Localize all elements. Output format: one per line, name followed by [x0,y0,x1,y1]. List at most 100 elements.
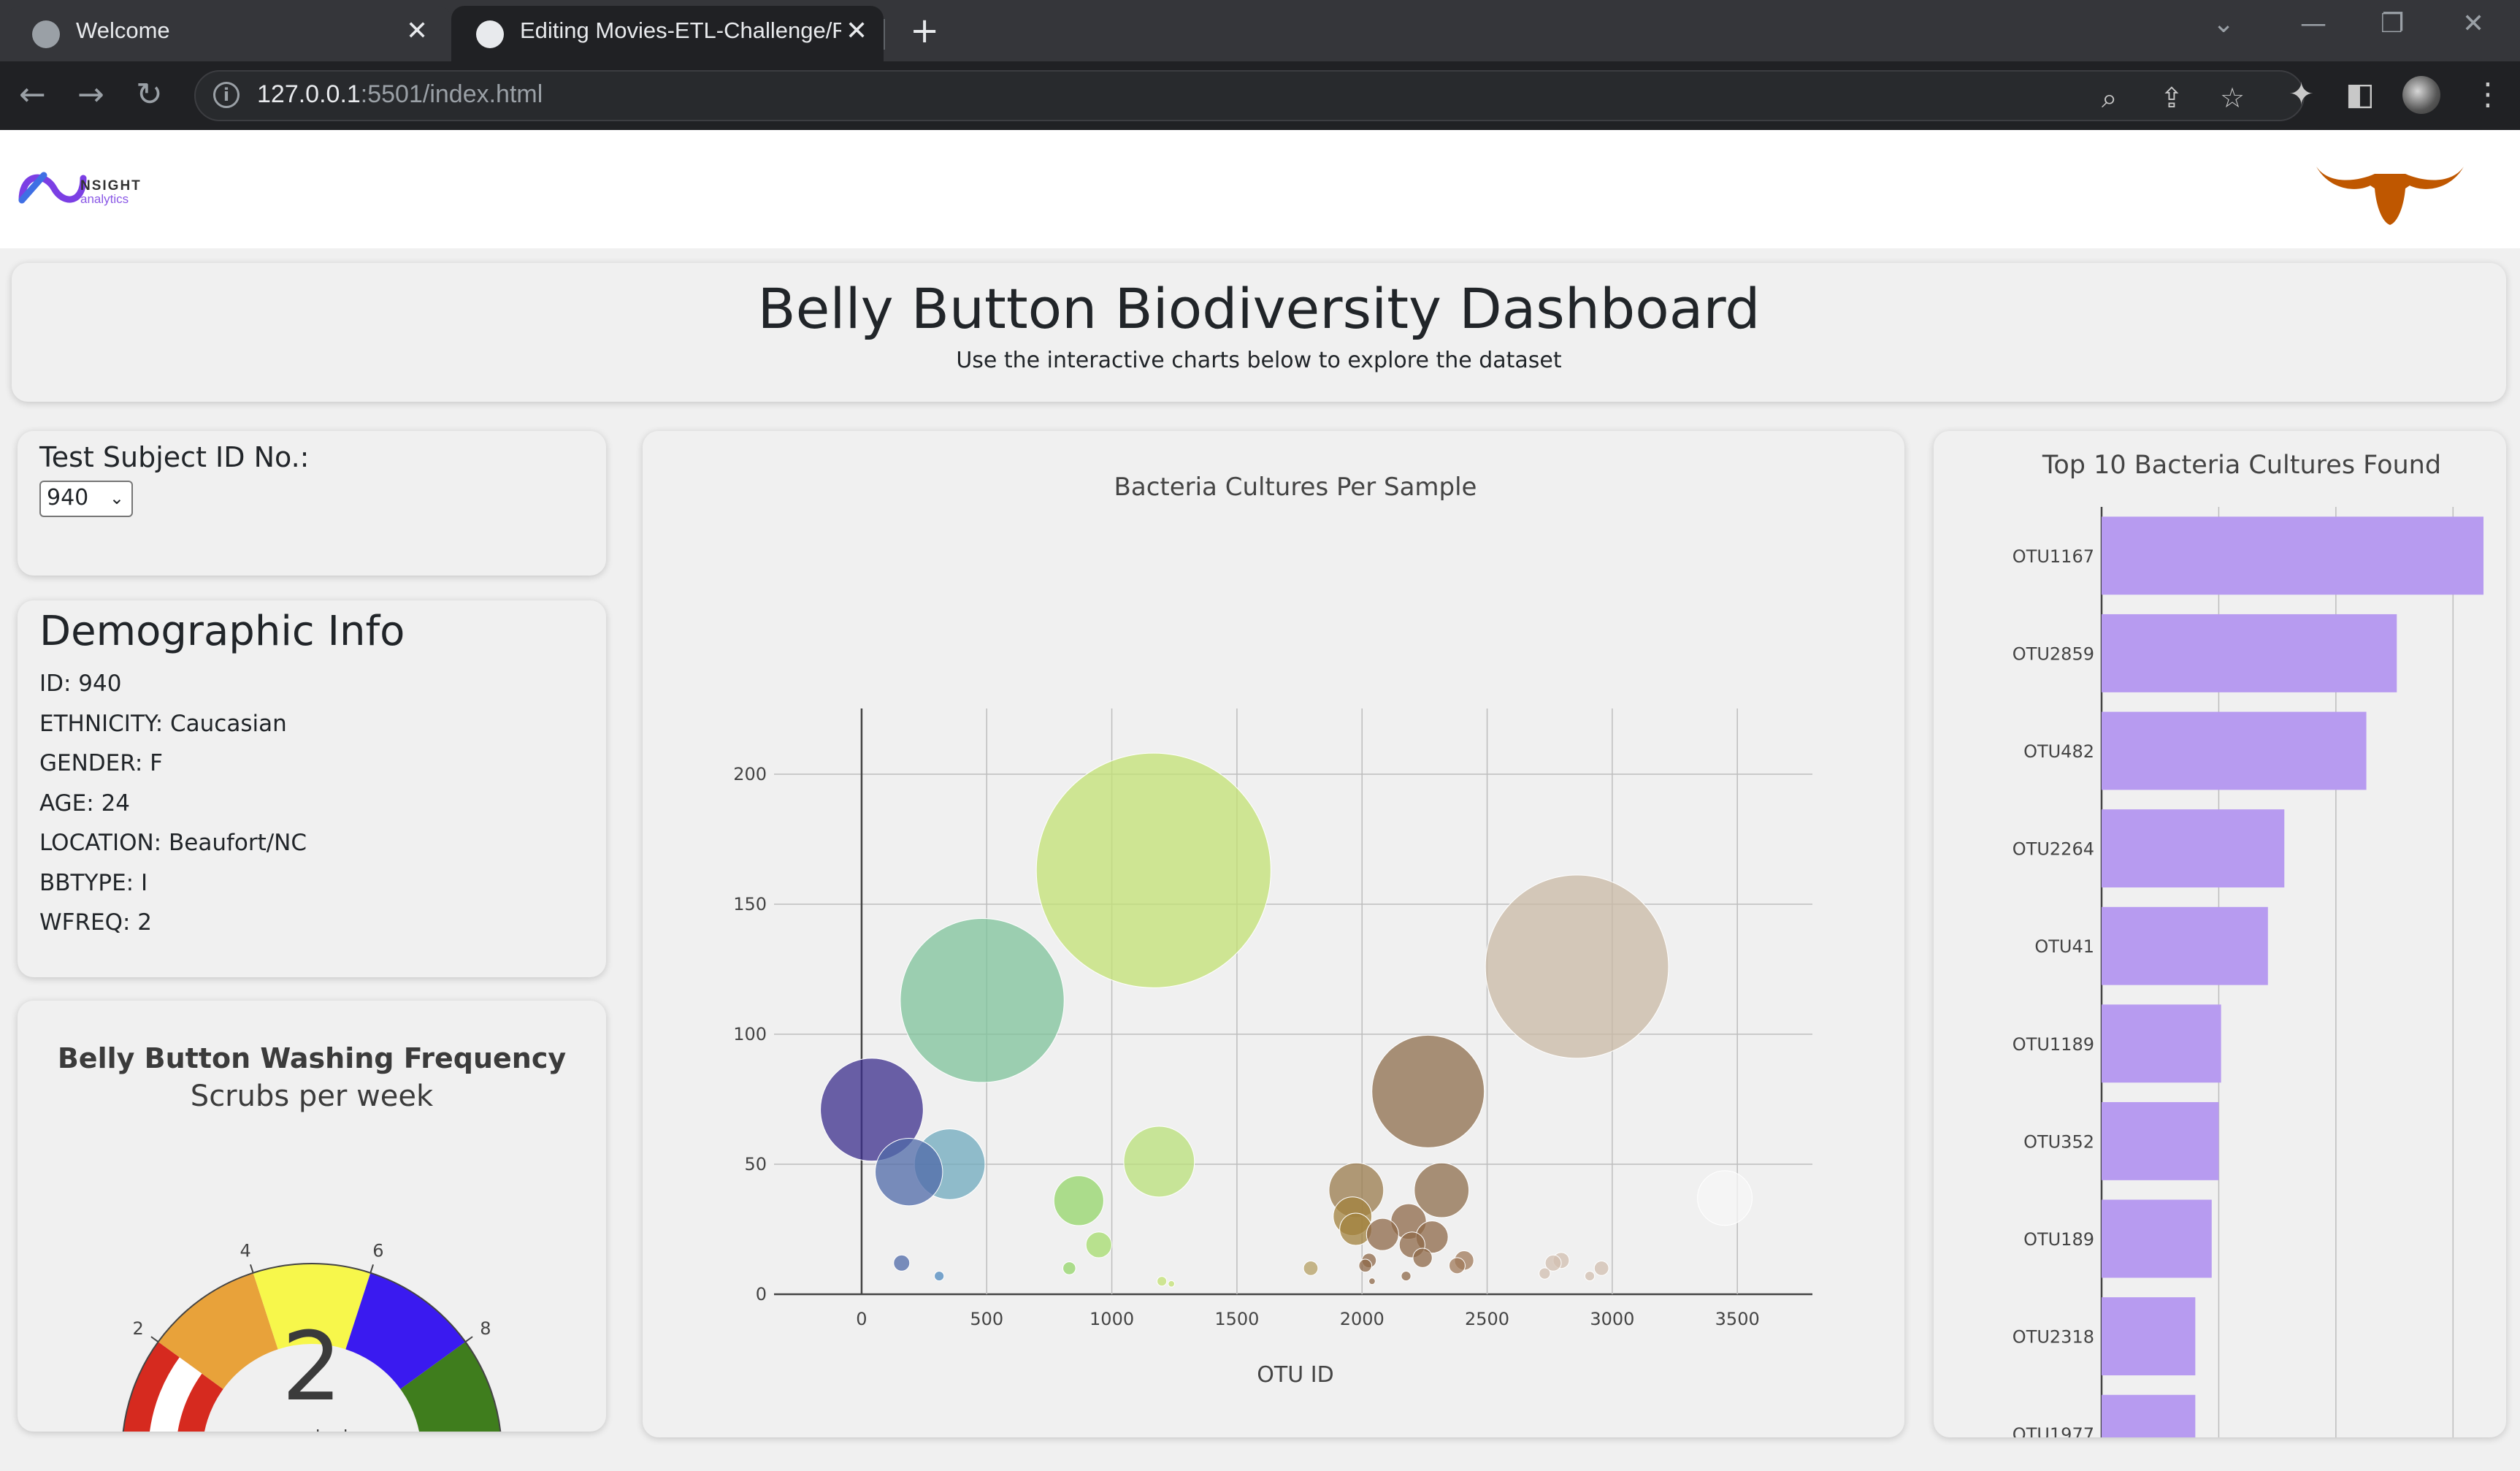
bar-otu482 [2102,711,2367,790]
profile-avatar[interactable] [2402,76,2440,114]
demographic-row-age: AGE: 24 [39,790,131,817]
gauge-value-number: 2 [282,1311,342,1422]
bar-y-tick-label: OTU1977 [2012,1424,2094,1437]
bar-y-tick-label: OTU189 [2023,1229,2094,1250]
globe-icon [32,20,60,48]
tab-welcome[interactable]: Welcome ✕ [7,6,451,61]
reload-icon[interactable]: ↻ [136,76,163,113]
url-text: 127.0.0.1:5501/index.html [257,80,543,108]
bubble-point [934,1270,945,1282]
gauge-title: Belly Button Washing Frequency [58,1042,567,1074]
back-icon[interactable]: ← [19,76,46,113]
bubble-point [1053,1175,1104,1226]
bubble-y-tick-label: 150 [733,894,767,914]
bubble-chart-title: Bacteria Cultures Per Sample [1114,473,1477,502]
bubble-point [900,918,1065,1083]
menu-kebab-icon[interactable]: ⋮ [2473,76,2503,112]
demographic-row-gender: GENDER: F [39,750,163,776]
bubble-point [1062,1261,1076,1275]
forward-icon[interactable]: → [77,76,104,113]
nsight-analytics-logo[interactable]: NSIGHT analytics [16,162,177,213]
bubble-point [1168,1280,1176,1288]
bar-y-tick-label: OTU1167 [2012,546,2094,567]
bar-chart-title: Top 10 Bacteria Cultures Found [2042,451,2441,480]
bubble-point [1414,1162,1470,1218]
chevron-down-icon: ⌄ [109,488,124,508]
bar-otu41 [2102,906,2268,985]
bubble-point [893,1254,911,1272]
demographic-row-bbtype: BBTYPE: I [39,869,148,896]
bubble-point [1412,1248,1433,1268]
bar-otu189 [2102,1199,2212,1278]
bar-y-tick-label: OTU41 [2034,936,2094,957]
tab-search-chevron-icon[interactable]: ⌄ [2213,9,2234,39]
washing-frequency-gauge: Belly Button Washing Frequency Scrubs per… [58,1042,567,1432]
bubble-point [1085,1231,1112,1258]
bacteria-bubble-chart: Bacteria Cultures Per Sample 0 50 100 150 200… [733,473,1812,1388]
bubble-point [1401,1270,1412,1282]
bar-y-tick-label: OTU2264 [2012,839,2094,860]
browser-chrome: Welcome ✕ Editing Movies-ETL-Challenge/R… [0,0,2520,130]
bar-chart-card: Top 10 Bacteria Cultures Found050100150O… [1934,431,2506,1437]
bubble-point [1368,1277,1376,1285]
tab-editing-readme[interactable]: Editing Movies-ETL-Challenge/README.md ✕ [451,6,884,61]
gauge-value-caption: new text [274,1426,351,1432]
zoom-icon[interactable]: ⌕ [2102,82,2117,115]
bubble-x-tick-label: 3000 [1590,1309,1634,1329]
gauge-tick [249,1264,254,1274]
close-icon[interactable]: ✕ [406,16,428,46]
bubble-y-tick-label: 200 [733,764,767,784]
tab-strip: Welcome ✕ Editing Movies-ETL-Challenge/R… [0,0,2520,61]
site-info-icon[interactable]: i [213,82,240,108]
demographic-row-location: LOCATION: Beaufort/NC [39,830,307,856]
bar-y-tick-label: OTU1189 [2012,1034,2094,1055]
page-title: Belly Button Biodiversity Dashboard [757,276,1761,341]
address-bar[interactable]: i 127.0.0.1:5501/index.html ⌕ ⇪ ☆ [194,70,2305,121]
bar-otu2859 [2102,614,2397,692]
bubble-point [1157,1276,1168,1287]
window-close-icon[interactable]: ✕ [2462,9,2484,39]
subject-id-value: 940 [47,485,89,511]
bar-otu2318 [2102,1297,2196,1376]
gauge-subtitle: Scrubs per week [191,1080,434,1113]
restore-icon[interactable]: ❐ [2381,9,2404,39]
bookmark-star-icon[interactable]: ☆ [2220,82,2245,114]
gauge-card: Belly Button Washing Frequency Scrubs per… [18,1001,606,1432]
bar-y-tick-label: OTU2859 [2012,643,2094,664]
page-subtitle: Use the interactive charts below to expl… [956,348,1562,373]
demographic-row-id: ID: 940 [39,670,122,697]
new-tab-icon[interactable]: + [910,10,939,51]
tab-title: Editing Movies-ETL-Challenge/README.md [520,18,841,43]
bubble-x-tick-label: 1500 [1214,1309,1259,1329]
subject-id-select[interactable]: 940 ⌄ [39,481,133,517]
gauge-tick-label: 4 [240,1240,251,1261]
bubble-point [1366,1218,1399,1251]
top-navbar: NSIGHT analytics [0,130,2520,248]
bubble-point [1123,1126,1195,1198]
gauge-tick [150,1336,159,1342]
bar-y-tick-label: OTU2318 [2012,1327,2094,1348]
demographic-list: ID: 940 ETHNICITY: Caucasian GENDER: F A… [39,670,307,950]
bubble-chart-card: Bacteria Cultures Per Sample 0 50 100 150 200… [643,431,1904,1437]
bar-otu1167 [2102,516,2483,595]
share-icon[interactable]: ⇪ [2160,82,2183,114]
close-icon[interactable]: ✕ [846,16,868,46]
minimize-icon[interactable]: — [2300,9,2326,39]
bubble-point [1485,874,1669,1059]
gauge-tick [369,1264,375,1274]
demographic-row-wfreq: WFREQ: 2 [39,909,153,936]
extensions-icon[interactable]: ✦ [2289,76,2314,112]
bubble-point [1035,752,1271,988]
bubble-point [1358,1258,1372,1273]
bubble-point [1584,1270,1596,1282]
bar-otu352 [2102,1101,2219,1180]
demographic-row-ethnicity: ETHNICITY: Caucasian [39,710,287,737]
bubble-point [1371,1034,1485,1148]
demographic-info-card: Demographic Info ID: 940 ETHNICITY: Cauc… [18,600,606,977]
bubble-point [1303,1261,1319,1276]
bar-y-tick-label: OTU352 [2023,1131,2094,1152]
gauge-tick-label: 6 [372,1240,383,1261]
demographic-info-title: Demographic Info [39,608,405,655]
side-panel-icon[interactable]: ◧ [2345,76,2375,112]
header-jumbotron: Belly Button Biodiversity Dashboard Use … [12,263,2506,402]
